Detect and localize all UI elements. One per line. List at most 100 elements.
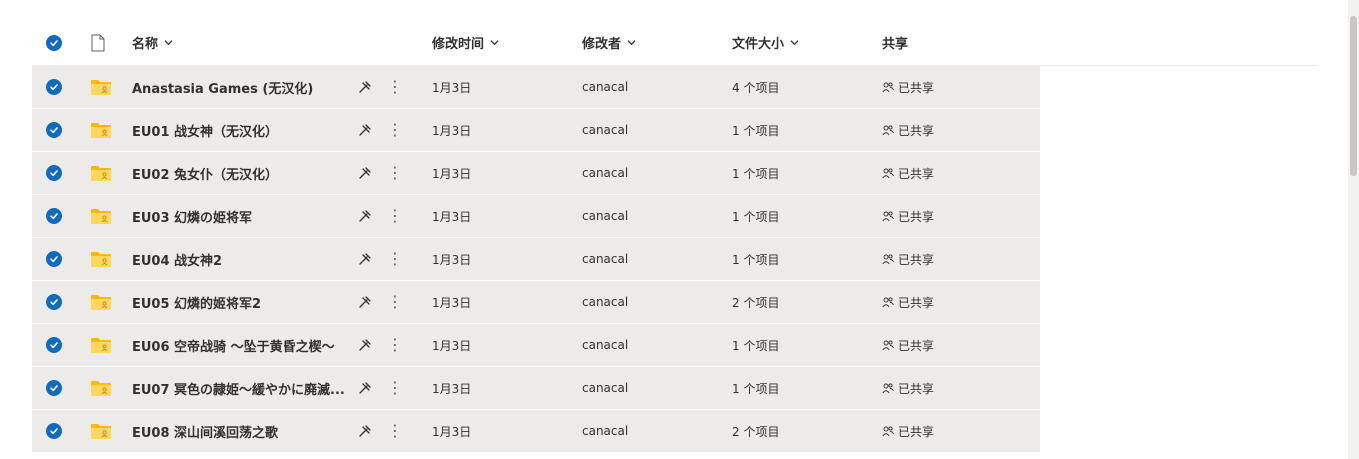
row-checkbox[interactable] bbox=[46, 152, 66, 194]
row-checkbox[interactable] bbox=[46, 367, 66, 409]
modified-date: 1月3日 bbox=[432, 109, 471, 151]
sharing-status[interactable]: 已共享 bbox=[882, 410, 934, 452]
file-name-link[interactable]: EU02 兔女仆（无汉化） bbox=[132, 152, 350, 194]
more-vertical-icon[interactable]: ⋮ bbox=[387, 79, 403, 95]
pin-icon[interactable] bbox=[357, 380, 373, 396]
row-checkbox[interactable] bbox=[46, 66, 66, 108]
pin-icon[interactable] bbox=[357, 165, 373, 181]
row-checkbox[interactable] bbox=[46, 109, 66, 151]
row-checkbox[interactable] bbox=[46, 195, 66, 237]
file-size-text: 1 个项目 bbox=[732, 338, 780, 353]
more-vertical-icon[interactable]: ⋮ bbox=[387, 122, 403, 138]
file-name-link[interactable]: EU05 幻燐的姬将军2 bbox=[132, 281, 350, 323]
row-checkbox[interactable] bbox=[46, 324, 66, 366]
document-icon bbox=[91, 34, 105, 51]
file-name-link[interactable]: EU03 幻燐の姫将军 bbox=[132, 195, 350, 237]
pin-icon[interactable] bbox=[357, 294, 373, 310]
modified-by[interactable]: canacal bbox=[582, 281, 628, 323]
file-name-link[interactable]: EU06 空帝战骑 ～坠于黄昏之楔～ bbox=[132, 324, 350, 366]
pin-icon[interactable] bbox=[357, 251, 373, 267]
row-checkbox[interactable] bbox=[46, 281, 66, 323]
modified-by[interactable]: canacal bbox=[582, 367, 628, 409]
check-circle-icon bbox=[46, 294, 62, 310]
modified-by[interactable]: canacal bbox=[582, 410, 628, 452]
shared-folder-icon bbox=[91, 281, 115, 323]
file-name-link[interactable]: Anastasia Games (无汉化) bbox=[132, 66, 350, 108]
check-circle-icon bbox=[46, 122, 62, 138]
modified-by-text: canacal bbox=[582, 123, 629, 137]
modified-by[interactable]: canacal bbox=[582, 152, 628, 194]
column-header-name[interactable]: 名称 bbox=[132, 20, 350, 65]
table-row[interactable]: EU07 冥色の隷姫～緩やかに廃滅... ⋮ 1月3日 canacal 1 个项… bbox=[32, 367, 1040, 410]
more-vertical-icon[interactable]: ⋮ bbox=[387, 337, 403, 353]
column-header-modified[interactable]: 修改时间 bbox=[432, 20, 499, 65]
pin-icon[interactable] bbox=[357, 208, 373, 224]
file-name-link[interactable]: EU07 冥色の隷姫～緩やかに廃滅... bbox=[132, 367, 350, 409]
people-icon bbox=[882, 211, 894, 222]
pin-icon[interactable] bbox=[357, 423, 373, 439]
sharing-status[interactable]: 已共享 bbox=[882, 152, 934, 194]
file-size: 2 个项目 bbox=[732, 410, 779, 452]
sharing-status-text: 已共享 bbox=[898, 166, 935, 181]
sharing-status[interactable]: 已共享 bbox=[882, 66, 934, 108]
file-name: EU01 战女神（无汉化） bbox=[132, 124, 279, 140]
row-actions: ⋮ bbox=[357, 324, 407, 366]
row-checkbox[interactable] bbox=[46, 238, 66, 280]
more-vertical-icon[interactable]: ⋮ bbox=[387, 208, 403, 224]
modified-date-text: 1月3日 bbox=[432, 80, 472, 95]
column-header-size-label: 文件大小 bbox=[732, 37, 785, 52]
modified-by[interactable]: canacal bbox=[582, 324, 628, 366]
more-vertical-icon[interactable]: ⋮ bbox=[387, 380, 403, 396]
table-row[interactable]: EU05 幻燐的姬将军2 ⋮ 1月3日 canacal 2 个项目 已共享 bbox=[32, 281, 1040, 324]
file-name-link[interactable]: EU04 战女神2 bbox=[132, 238, 350, 280]
file-type-header[interactable] bbox=[91, 20, 115, 65]
sharing-status[interactable]: 已共享 bbox=[882, 281, 934, 323]
modified-date: 1月3日 bbox=[432, 281, 471, 323]
modified-by[interactable]: canacal bbox=[582, 66, 628, 108]
row-actions: ⋮ bbox=[357, 66, 407, 108]
file-name-link[interactable]: EU08 深山间溪回荡之歌 bbox=[132, 410, 350, 452]
scrollbar-thumb[interactable] bbox=[1350, 16, 1357, 176]
modified-by[interactable]: canacal bbox=[582, 195, 628, 237]
more-vertical-icon[interactable]: ⋮ bbox=[387, 294, 403, 310]
vertical-scrollbar[interactable] bbox=[1348, 0, 1359, 459]
sharing-status[interactable]: 已共享 bbox=[882, 367, 934, 409]
modified-by[interactable]: canacal bbox=[582, 238, 628, 280]
more-vertical-icon[interactable]: ⋮ bbox=[387, 423, 403, 439]
table-row[interactable]: EU01 战女神（无汉化） ⋮ 1月3日 canacal 1 个项目 已共享 bbox=[32, 109, 1040, 152]
file-name: EU04 战女神2 bbox=[132, 253, 223, 269]
column-header-modified-by[interactable]: 修改者 bbox=[582, 20, 636, 65]
modified-date: 1月3日 bbox=[432, 367, 471, 409]
sharing-status[interactable]: 已共享 bbox=[882, 195, 934, 237]
modified-date-text: 1月3日 bbox=[432, 123, 472, 138]
check-circle-icon bbox=[46, 251, 62, 267]
table-row[interactable]: Anastasia Games (无汉化) ⋮ 1月3日 canacal 4 个… bbox=[32, 66, 1040, 109]
check-circle-icon bbox=[46, 34, 62, 51]
table-row[interactable]: EU02 兔女仆（无汉化） ⋮ 1月3日 canacal 1 个项目 已共享 bbox=[32, 152, 1040, 195]
sharing-status[interactable]: 已共享 bbox=[882, 238, 934, 280]
select-all-checkbox[interactable] bbox=[46, 20, 66, 65]
more-vertical-icon[interactable]: ⋮ bbox=[387, 165, 403, 181]
table-row[interactable]: EU06 空帝战骑 ～坠于黄昏之楔～ ⋮ 1月3日 canacal 1 个项目 … bbox=[32, 324, 1040, 367]
chevron-down-icon bbox=[790, 40, 799, 46]
file-name: EU06 空帝战骑 ～坠于黄昏之楔～ bbox=[132, 339, 335, 355]
file-name-link[interactable]: EU01 战女神（无汉化） bbox=[132, 109, 350, 151]
sharing-status[interactable]: 已共享 bbox=[882, 324, 934, 366]
row-checkbox[interactable] bbox=[46, 410, 66, 452]
pin-icon[interactable] bbox=[357, 337, 373, 353]
pin-icon[interactable] bbox=[357, 79, 373, 95]
file-size-text: 2 个项目 bbox=[732, 424, 780, 439]
more-vertical-icon[interactable]: ⋮ bbox=[387, 251, 403, 267]
table-row[interactable]: EU04 战女神2 ⋮ 1月3日 canacal 1 个项目 已共享 bbox=[32, 238, 1040, 281]
sharing-status[interactable]: 已共享 bbox=[882, 109, 934, 151]
file-size-text: 1 个项目 bbox=[732, 252, 780, 267]
file-size-text: 2 个项目 bbox=[732, 295, 780, 310]
column-header-sharing[interactable]: 共享 bbox=[882, 20, 908, 65]
shared-folder-icon bbox=[91, 410, 115, 452]
column-header-size[interactable]: 文件大小 bbox=[732, 20, 799, 65]
table-row[interactable]: EU03 幻燐の姫将军 ⋮ 1月3日 canacal 1 个项目 已共享 bbox=[32, 195, 1040, 238]
table-row[interactable]: EU08 深山间溪回荡之歌 ⋮ 1月3日 canacal 2 个项目 已共享 bbox=[32, 410, 1040, 453]
modified-by[interactable]: canacal bbox=[582, 109, 628, 151]
modified-date: 1月3日 bbox=[432, 152, 471, 194]
pin-icon[interactable] bbox=[357, 122, 373, 138]
